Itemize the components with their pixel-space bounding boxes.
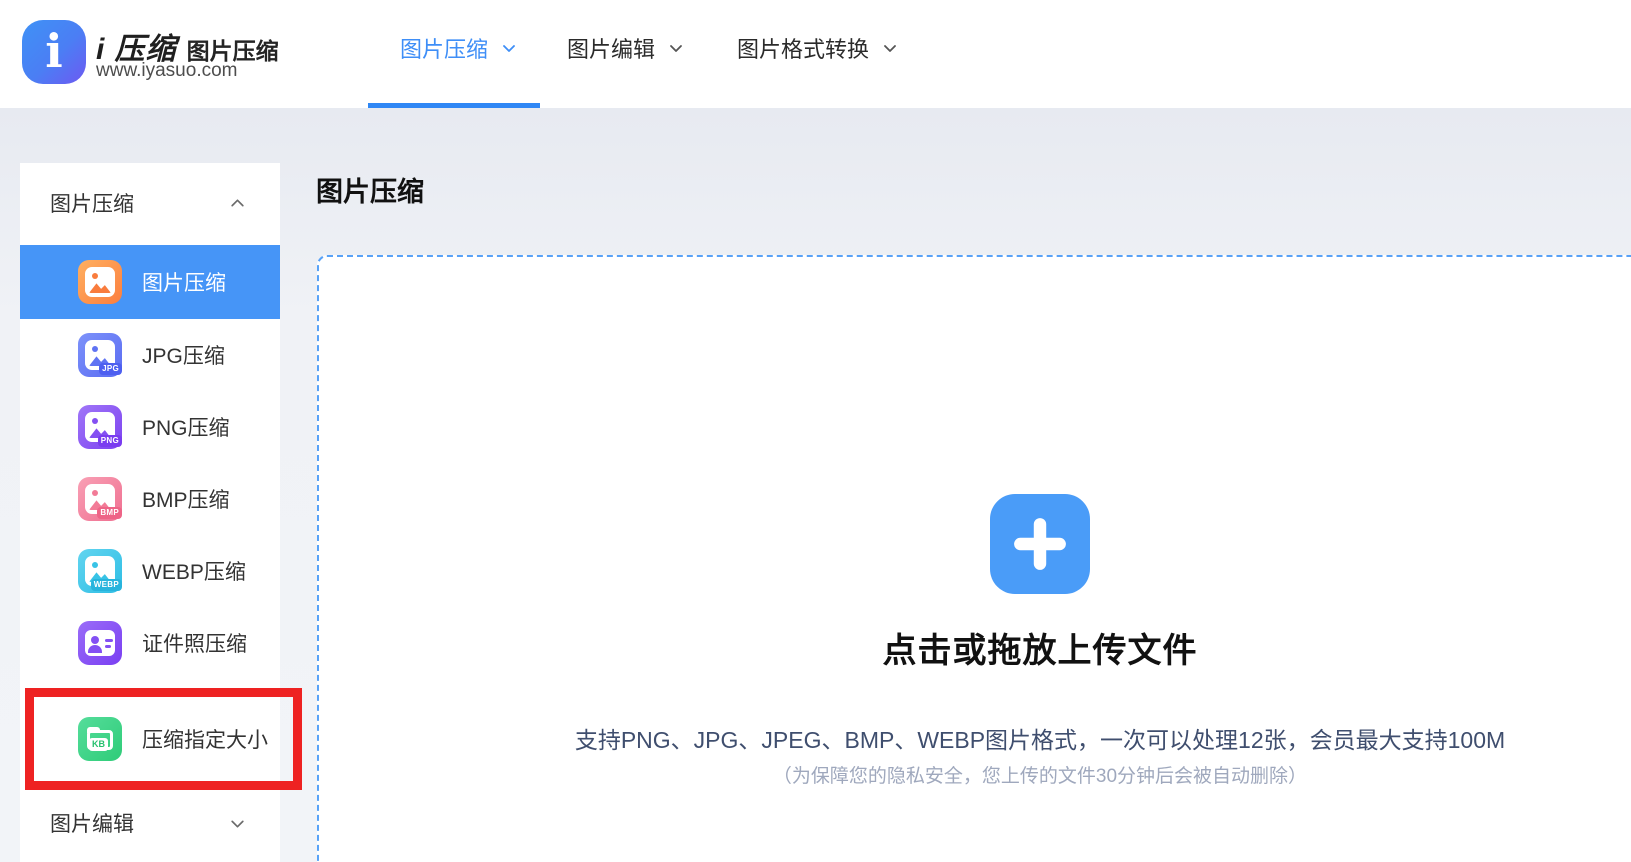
site-logo-icon[interactable]: i — [22, 20, 86, 84]
upload-instruction: 点击或拖放上传文件 — [319, 623, 1631, 672]
sidebar-item-jpg-compress[interactable]: JPG JPG压缩 — [20, 319, 280, 391]
chevron-down-icon — [882, 40, 898, 56]
folder-kb-icon: KB — [78, 717, 122, 761]
jpg-file-icon: JPG — [78, 333, 122, 377]
sidebar: 图片压缩 图片压缩 JPG JPG压缩 PNG PNG压缩 — [20, 163, 280, 862]
add-files-button[interactable] — [990, 494, 1090, 594]
upload-dropzone[interactable]: 点击或拖放上传文件 支持PNG、JPG、JPEG、BMP、WEBP图片格式，一次… — [317, 255, 1631, 862]
chevron-up-icon — [229, 195, 246, 212]
sidebar-item-bmp-compress[interactable]: BMP BMP压缩 — [20, 463, 280, 535]
sidebar-item-label: BMP压缩 — [142, 484, 230, 514]
nav-tab-label: 图片格式转换 — [737, 32, 869, 64]
bmp-file-icon: BMP — [78, 477, 122, 521]
privacy-note-text: （为保障您的隐私安全，您上传的文件30分钟后会被自动删除） — [319, 761, 1631, 788]
bmp-badge: BMP — [97, 507, 122, 519]
nav-tab-label: 图片压缩 — [400, 32, 488, 64]
webp-badge: WEBP — [91, 579, 122, 591]
brand-url: www.iyasuo.com — [96, 60, 238, 82]
sidebar-item-label: 证件照压缩 — [142, 628, 247, 658]
chevron-down-icon — [501, 40, 517, 56]
sidebar-item-label: WEBP压缩 — [142, 556, 246, 586]
sidebar-item-webp-compress[interactable]: WEBP WEBP压缩 — [20, 535, 280, 607]
id-card-icon — [78, 621, 122, 665]
section-label: 图片压缩 — [50, 188, 229, 218]
sidebar-item-label: JPG压缩 — [142, 340, 225, 370]
webp-file-icon: WEBP — [78, 549, 122, 593]
section-label: 图片编辑 — [50, 808, 229, 838]
sidebar-item-compress-to-size[interactable]: KB 压缩指定大小 — [20, 703, 280, 775]
nav-tab-label: 图片编辑 — [567, 32, 655, 64]
chevron-down-icon — [229, 815, 246, 832]
supported-formats-text: 支持PNG、JPG、JPEG、BMP、WEBP图片格式，一次可以处理12张，会员… — [319, 721, 1631, 755]
png-badge: PNG — [98, 435, 122, 447]
chevron-down-icon — [668, 40, 684, 56]
sidebar-item-idphoto-compress[interactable]: 证件照压缩 — [20, 607, 280, 679]
sidebar-section-image-edit[interactable]: 图片编辑 — [20, 783, 280, 862]
sidebar-item-label: 图片压缩 — [142, 267, 226, 297]
active-tab-underline — [368, 103, 540, 108]
nav-tab-image-edit[interactable]: 图片编辑 — [567, 33, 684, 63]
kb-chip: KB — [89, 738, 108, 751]
logo-letter: i — [45, 28, 62, 74]
png-file-icon: PNG — [78, 405, 122, 449]
top-header: i i 压缩 图片压缩 www.iyasuo.com 图片压缩 图片编辑 图片格… — [0, 0, 1631, 108]
plus-icon — [1011, 515, 1069, 573]
jpg-badge: JPG — [99, 363, 122, 375]
sidebar-item-label: 压缩指定大小 — [142, 724, 268, 754]
sidebar-item-png-compress[interactable]: PNG PNG压缩 — [20, 391, 280, 463]
sidebar-section-image-compress[interactable]: 图片压缩 — [20, 163, 280, 243]
page-title: 图片压缩 — [316, 170, 424, 209]
image-compress-orange-icon — [78, 260, 122, 304]
nav-tab-image-compress[interactable]: 图片压缩 — [400, 33, 517, 63]
nav-tab-format-convert[interactable]: 图片格式转换 — [737, 33, 898, 63]
sidebar-item-label: PNG压缩 — [142, 412, 230, 442]
sidebar-item-image-compress[interactable]: 图片压缩 — [20, 245, 280, 319]
